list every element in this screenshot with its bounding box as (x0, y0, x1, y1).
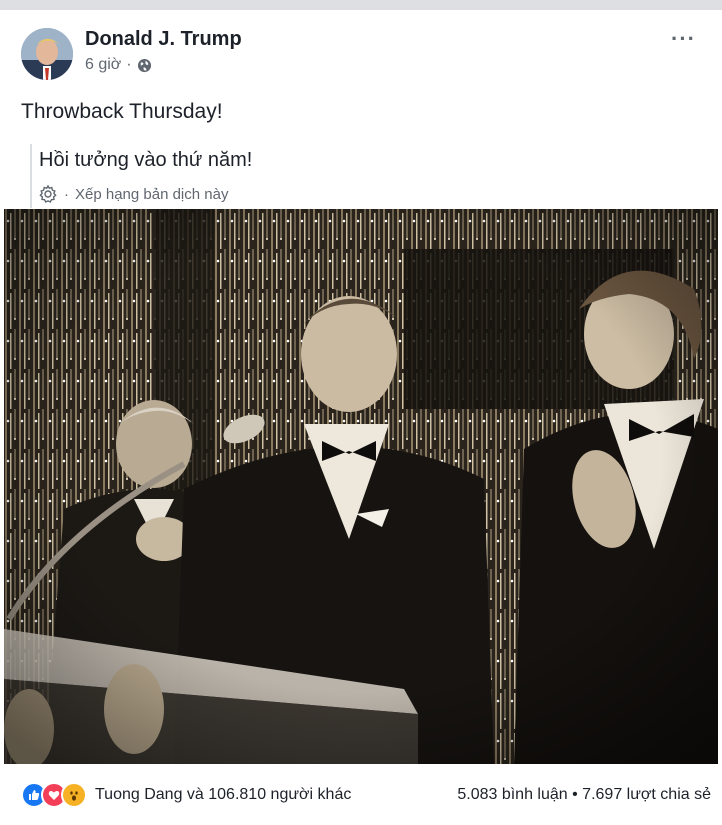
gear-icon[interactable] (38, 184, 58, 204)
globe-icon[interactable] (137, 58, 152, 73)
rate-separator: · (64, 185, 69, 203)
translated-text: Hồi tưởng vào thứ năm! (39, 149, 253, 171)
engagement-stats: 5.083 bình luận • 7.697 lượt chia sẻ (457, 786, 711, 804)
rate-translation-row: · Xếp hạng bản dịch này (38, 184, 228, 204)
reactions-bar: Tuong Dang và 106.810 người khác 5.083 b… (21, 782, 711, 808)
shares-count[interactable]: 7.697 lượt chia sẻ (582, 786, 711, 803)
likers-text[interactable]: Tuong Dang và 106.810 người khác (95, 786, 351, 804)
reaction-icons[interactable] (21, 782, 87, 808)
top-strip (0, 0, 722, 10)
author-avatar[interactable] (21, 28, 73, 80)
post-time[interactable]: 6 giờ (85, 56, 121, 74)
wow-icon (61, 782, 87, 808)
meta-separator: · (126, 56, 132, 73)
post-photo[interactable] (4, 209, 718, 764)
author-name[interactable]: Donald J. Trump (85, 28, 242, 51)
post-meta: 6 giờ · (85, 56, 152, 74)
rate-translation-link[interactable]: Xếp hạng bản dịch này (75, 186, 228, 203)
more-options-button[interactable]: ··· (671, 26, 696, 52)
post-card: Donald J. Trump 6 giờ · ··· Throwback Th… (0, 10, 722, 825)
comments-count[interactable]: 5.083 bình luận (457, 786, 567, 803)
post-text: Throwback Thursday! (21, 100, 223, 123)
stats-separator: • (567, 786, 583, 803)
translation-block: Hồi tưởng vào thứ năm! · Xếp hạng bản dị… (30, 144, 692, 208)
